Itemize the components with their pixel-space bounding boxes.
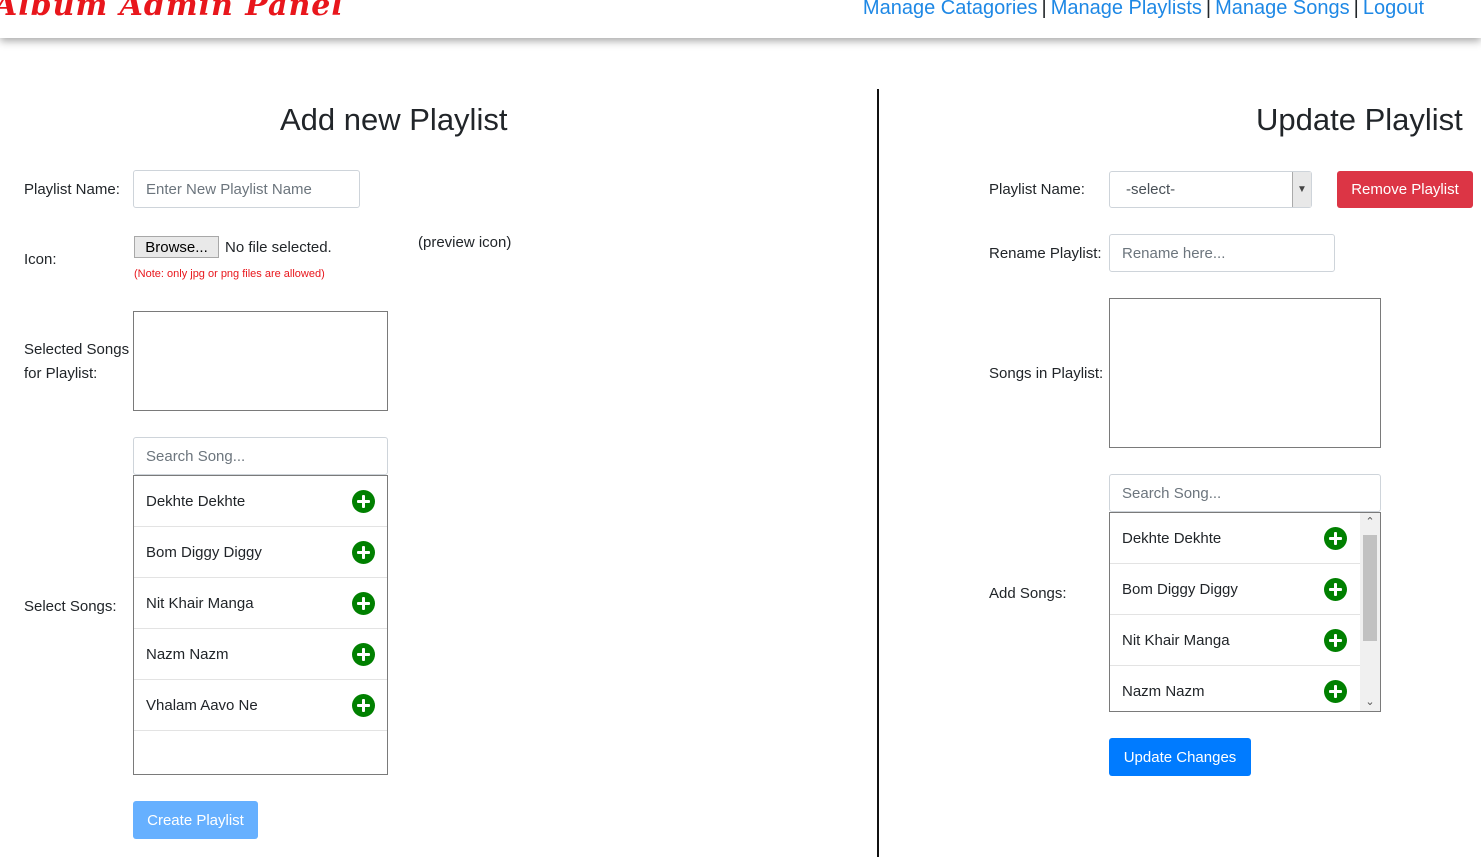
scrollbar[interactable]: ⌃ ⌄	[1360, 513, 1380, 711]
song-title: Bom Diggy Diggy	[1122, 580, 1238, 598]
song-title: Nazm Nazm	[1122, 682, 1205, 700]
nav-separator: |	[1205, 0, 1212, 19]
song-title: Dekhte Dekhte	[1122, 529, 1222, 547]
song-title: Nit Khair Manga	[1122, 631, 1230, 649]
list-item: Vhalam Aavo Ne	[134, 680, 387, 731]
plus-circle-icon[interactable]	[352, 592, 375, 615]
selected-songs-box[interactable]	[133, 311, 388, 411]
chevron-down-icon: ▼	[1292, 172, 1311, 207]
icon-label: Icon:	[24, 251, 57, 268]
plus-circle-icon[interactable]	[1324, 629, 1347, 652]
nav-manage-categories[interactable]: Manage Catagories	[863, 0, 1038, 19]
top-navbar: Album Admin Panel Manage Catagories | Mana…	[0, 0, 1481, 38]
rename-playlist-input[interactable]	[1109, 234, 1335, 272]
search-song-input[interactable]	[1109, 474, 1381, 512]
scrollbar-thumb[interactable]	[1363, 535, 1377, 641]
create-playlist-button[interactable]: Create Playlist	[133, 801, 258, 839]
file-type-note: (Note: only jpg or png files are allowed…	[134, 268, 325, 280]
chevron-down-icon[interactable]: ⌄	[1360, 693, 1380, 711]
song-list: Dekhte Dekhte Bom Diggy Diggy Nit Khair …	[133, 475, 388, 775]
song-title: Nit Khair Manga	[146, 594, 254, 612]
plus-circle-icon[interactable]	[1324, 527, 1347, 550]
browse-button[interactable]: Browse...	[134, 236, 219, 258]
update-changes-button[interactable]: Update Changes	[1109, 738, 1251, 776]
search-song-input[interactable]	[133, 437, 388, 475]
plus-circle-icon[interactable]	[352, 490, 375, 513]
brand-logo: Album Admin Panel	[0, 0, 344, 23]
preview-icon-placeholder: (preview icon)	[418, 234, 512, 251]
list-item: Bom Diggy Diggy	[134, 527, 387, 578]
add-songs-label: Add Songs:	[989, 585, 1067, 602]
song-title: Vhalam Aavo Ne	[146, 696, 258, 714]
playlist-select-value: -select-	[1126, 181, 1176, 198]
playlist-select[interactable]: -select- ▼	[1109, 171, 1312, 208]
playlist-name-label: Playlist Name:	[989, 181, 1085, 198]
no-file-text: No file selected.	[225, 239, 332, 256]
vertical-divider	[877, 89, 879, 857]
songs-in-playlist-label: Songs in Playlist:	[989, 365, 1104, 382]
plus-circle-icon[interactable]	[352, 694, 375, 717]
nav-manage-songs[interactable]: Manage Songs	[1215, 0, 1350, 19]
update-playlist-title: Update Playlist	[1256, 102, 1463, 137]
list-item: Dekhte Dekhte	[134, 476, 387, 527]
playlist-name-label: Playlist Name:	[24, 181, 120, 198]
chevron-up-icon[interactable]: ⌃	[1360, 513, 1380, 531]
select-songs-label: Select Songs:	[24, 598, 117, 615]
list-item: Dekhte Dekhte	[1110, 513, 1380, 564]
songs-in-playlist-box[interactable]	[1109, 298, 1381, 448]
song-title: Dekhte Dekhte	[146, 492, 246, 510]
list-item: Bom Diggy Diggy	[1110, 564, 1380, 615]
main-nav: Manage Catagories | Manage Playlists | Manag…	[863, 0, 1424, 20]
nav-manage-playlists[interactable]: Manage Playlists	[1051, 0, 1202, 19]
list-item: Nit Khair Manga	[1110, 615, 1380, 666]
song-title: Nazm Nazm	[146, 645, 229, 663]
nav-separator: |	[1353, 0, 1359, 19]
add-playlist-title: Add new Playlist	[280, 102, 508, 137]
remove-playlist-button[interactable]: Remove Playlist	[1337, 171, 1473, 208]
nav-logout[interactable]: Logout	[1363, 0, 1424, 19]
new-playlist-name-input[interactable]	[133, 170, 360, 208]
nav-separator: |	[1041, 0, 1047, 19]
plus-circle-icon[interactable]	[352, 643, 375, 666]
song-list: Dekhte Dekhte Bom Diggy Diggy Nit Khair …	[1109, 512, 1381, 712]
list-item: Nazm Nazm	[134, 629, 387, 680]
plus-circle-icon[interactable]	[1324, 578, 1347, 601]
rename-playlist-label: Rename Playlist:	[989, 245, 1102, 262]
plus-circle-icon[interactable]	[1324, 680, 1347, 703]
list-item: Nazm Nazm	[1110, 666, 1380, 711]
selected-songs-label: Selected Songs for Playlist:	[24, 341, 130, 382]
plus-circle-icon[interactable]	[352, 541, 375, 564]
song-title: Bom Diggy Diggy	[146, 543, 262, 561]
list-item: Nit Khair Manga	[134, 578, 387, 629]
